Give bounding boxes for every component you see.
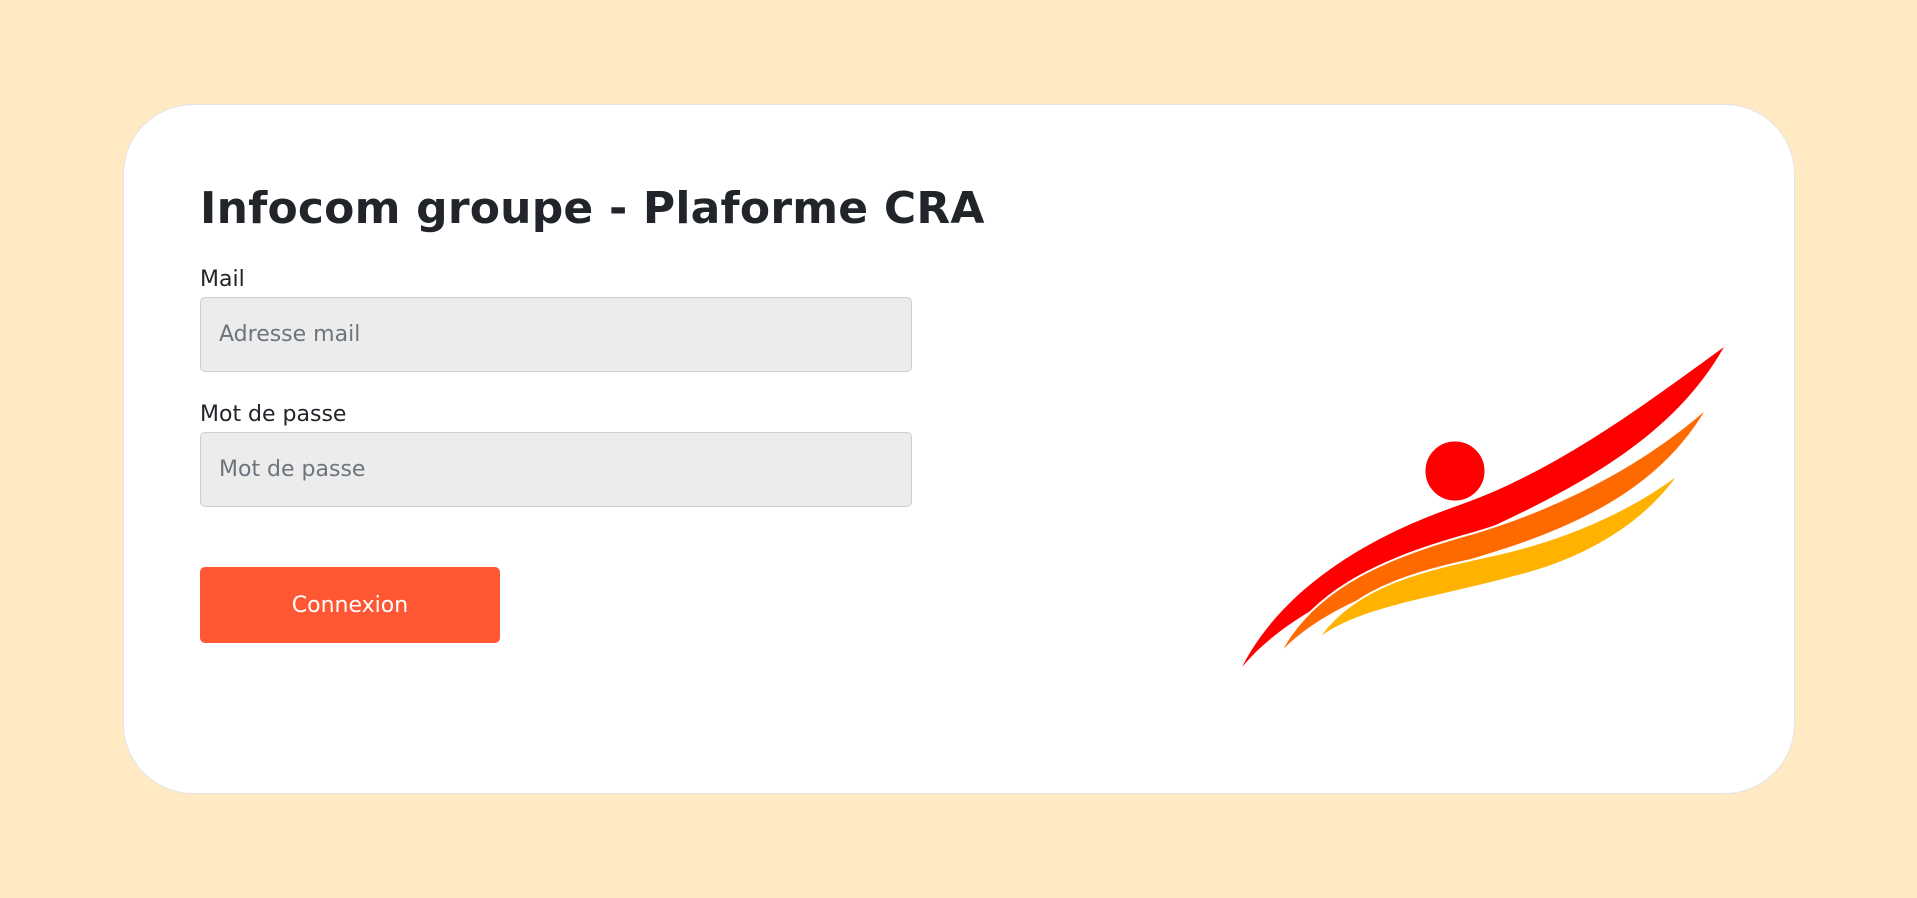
page-title: Infocom groupe - Plaforme CRA — [200, 183, 985, 234]
login-card: Infocom groupe - Plaforme CRA Mail Mot d… — [123, 104, 1795, 794]
email-field[interactable] — [200, 297, 912, 372]
password-label: Mot de passe — [200, 402, 347, 427]
logo-head-circle — [1422, 438, 1488, 504]
password-field[interactable] — [200, 432, 912, 507]
swoosh-figure-logo-icon — [1242, 347, 1724, 667]
login-button[interactable]: Connexion — [200, 567, 500, 643]
mail-label: Mail — [200, 267, 245, 292]
